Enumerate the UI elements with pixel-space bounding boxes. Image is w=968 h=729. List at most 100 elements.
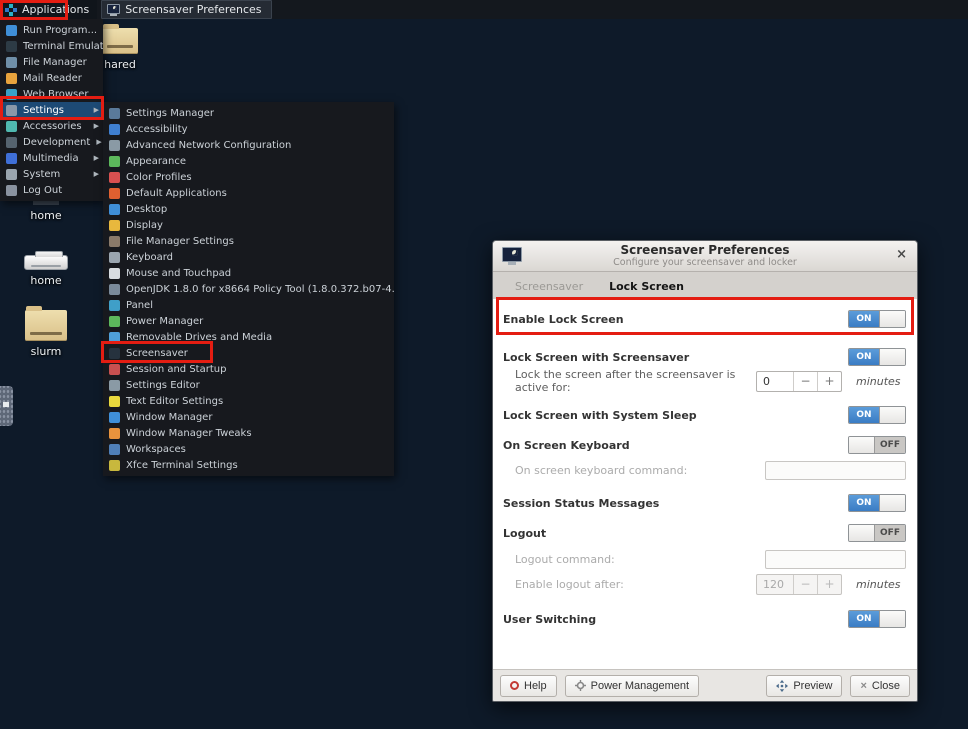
spinbox-lock-the-screen-after-the-screensaver-is[interactable]: 0 − + <box>756 370 842 392</box>
spin-increment-icon[interactable]: + <box>817 574 841 594</box>
panel-icon <box>109 299 120 311</box>
toggle-session-status-messages[interactable]: ON <box>848 494 906 512</box>
menu-item-window-manager-tweaks[interactable]: Window Manager Tweaks <box>103 425 394 441</box>
desktop-icon-home-1[interactable]: home <box>10 198 82 222</box>
menu-item-label: Power Manager <box>126 315 204 327</box>
menu-item-accessibility[interactable]: Accessibility <box>103 121 394 137</box>
menu-item-label: Mail Reader <box>23 72 82 84</box>
setting-label: Lock Screen with System Sleep <box>503 408 697 422</box>
power-management-icon <box>574 680 586 691</box>
menu-item-settings[interactable]: Settings ▶ <box>0 102 103 118</box>
setting-label: Enable Lock Screen <box>503 312 624 326</box>
input-logout-command[interactable] <box>765 549 906 569</box>
menu-item-session-and-startup[interactable]: Session and Startup <box>103 361 394 377</box>
menu-item-label: Settings Manager <box>126 107 215 119</box>
menu-item-workspaces[interactable]: Workspaces <box>103 441 394 457</box>
menu-item-run-program[interactable]: Run Program... <box>0 22 103 38</box>
help-button[interactable]: Help <box>500 674 557 697</box>
applications-menu-button[interactable]: Applications <box>0 0 98 19</box>
menu-item-label: Desktop <box>126 203 168 215</box>
toggle-on-screen-keyboard[interactable]: OFF <box>848 436 906 454</box>
accessibility-icon <box>109 123 120 135</box>
menu-item-file-manager[interactable]: File Manager <box>0 54 103 70</box>
menu-item-mouse-and-touchpad[interactable]: Mouse and Touchpad <box>103 265 394 281</box>
menu-item-label: OpenJDK 1.8.0 for x8664 Policy Tool (1.8… <box>126 283 394 295</box>
toggle-lock-screen-with-screensaver[interactable]: ON <box>848 348 906 366</box>
menu-item-text-editor-settings[interactable]: Text Editor Settings <box>103 393 394 409</box>
settings-manager-icon <box>109 107 120 119</box>
multimedia-icon <box>6 152 17 164</box>
menu-item-window-manager[interactable]: Window Manager <box>103 409 394 425</box>
submenu-arrow-icon: ▶ <box>93 154 99 162</box>
setting-row-logout: Logout OFF <box>503 521 906 545</box>
tab-screensaver[interactable]: Screensaver <box>515 280 583 293</box>
desktop-icon-slurm[interactable]: slurm <box>10 306 82 358</box>
setting-label: On screen keyboard command: <box>515 463 688 477</box>
menu-item-system[interactable]: System ▶ <box>0 166 103 182</box>
screensaver-window-icon <box>107 3 121 16</box>
color-profiles-icon <box>109 171 120 183</box>
menu-item-label: Settings <box>23 104 65 116</box>
removable-drives-icon <box>109 331 120 343</box>
help-icon <box>510 681 519 690</box>
toggle-logout[interactable]: OFF <box>848 524 906 542</box>
settings-icon <box>6 104 17 116</box>
close-icon[interactable]: × <box>896 247 907 263</box>
top-panel: Applications Screensaver Preferences <box>0 0 968 19</box>
toggle-user-switching[interactable]: ON <box>848 610 906 628</box>
panel-reveal-handle[interactable] <box>0 386 13 426</box>
toggle-handle <box>849 437 875 453</box>
setting-label: Logout <box>503 526 547 540</box>
menu-item-default-applications[interactable]: Default Applications <box>103 185 394 201</box>
submenu-arrow-icon: ▶ <box>93 170 99 178</box>
menu-item-label: Screensaver <box>126 347 188 359</box>
submenu-arrow-icon: ▶ <box>93 122 99 130</box>
submenu-arrow-icon: ▶ <box>93 106 99 114</box>
desktop-icon-home-2[interactable]: home <box>10 251 82 287</box>
logout-icon <box>6 184 17 196</box>
toggle-enable-lock-screen[interactable]: ON <box>848 310 906 328</box>
menu-item-settings-editor[interactable]: Settings Editor <box>103 377 394 393</box>
setting-row-enable-logout-after: Enable logout after: 120− + minutes <box>515 572 906 596</box>
menu-item-file-manager-settings[interactable]: File Manager Settings <box>103 233 394 249</box>
menu-item-openjdk-1-8-0-for-x8664-policy-tool-1-8-[interactable]: OpenJDK 1.8.0 for x8664 Policy Tool (1.8… <box>103 281 394 297</box>
input-on-screen-keyboard-command[interactable] <box>765 460 906 480</box>
menu-item-screensaver[interactable]: Screensaver <box>103 345 394 361</box>
spin-decrement-icon[interactable]: − <box>793 371 817 391</box>
menu-item-desktop[interactable]: Desktop <box>103 201 394 217</box>
menu-item-mail-reader[interactable]: Mail Reader <box>0 70 103 86</box>
power-management-button[interactable]: Power Management <box>564 674 700 697</box>
menu-item-terminal-emulator[interactable]: Terminal Emulator <box>0 38 103 54</box>
menu-item-label: Run Program... <box>23 24 98 36</box>
taskbar-item-screensaver-preferences[interactable]: Screensaver Preferences <box>101 0 273 19</box>
menu-item-display[interactable]: Display <box>103 217 394 233</box>
menu-item-development[interactable]: Development ▶ <box>0 134 103 150</box>
menu-item-accessories[interactable]: Accessories ▶ <box>0 118 103 134</box>
toggle-off-label: OFF <box>875 525 905 541</box>
spinbox-enable-logout-after[interactable]: 120− + <box>756 573 842 595</box>
menu-item-web-browser[interactable]: Web Browser <box>0 86 103 102</box>
menu-item-power-manager[interactable]: Power Manager <box>103 313 394 329</box>
menu-item-xfce-terminal-settings[interactable]: Xfce Terminal Settings <box>103 457 394 473</box>
menu-item-settings-manager[interactable]: Settings Manager <box>103 105 394 121</box>
dialog-titlebar[interactable]: Screensaver Preferences Configure your s… <box>493 241 917 272</box>
tab-lock-screen[interactable]: Lock Screen <box>609 280 684 293</box>
preview-button[interactable]: Preview <box>766 674 843 697</box>
menu-item-keyboard[interactable]: Keyboard <box>103 249 394 265</box>
menu-item-multimedia[interactable]: Multimedia ▶ <box>0 150 103 166</box>
menu-item-label: Accessibility <box>126 123 188 135</box>
menu-item-log-out[interactable]: Log Out <box>0 182 103 198</box>
display-icon <box>109 219 120 231</box>
menu-item-panel[interactable]: Panel <box>103 297 394 313</box>
spin-decrement-icon[interactable]: − <box>793 574 817 594</box>
toggle-lock-screen-with-system-sleep[interactable]: ON <box>848 406 906 424</box>
menu-item-color-profiles[interactable]: Color Profiles <box>103 169 394 185</box>
toggle-handle <box>879 611 905 627</box>
menu-item-advanced-network-configuration[interactable]: Advanced Network Configuration <box>103 137 394 153</box>
close-button[interactable]: × Close <box>850 674 910 697</box>
spin-increment-icon[interactable]: + <box>817 371 841 391</box>
screensaver-preferences-dialog: Screensaver Preferences Configure your s… <box>492 240 918 702</box>
unit-label: minutes <box>856 577 901 591</box>
menu-item-removable-drives-and-media[interactable]: Removable Drives and Media <box>103 329 394 345</box>
menu-item-appearance[interactable]: Appearance <box>103 153 394 169</box>
